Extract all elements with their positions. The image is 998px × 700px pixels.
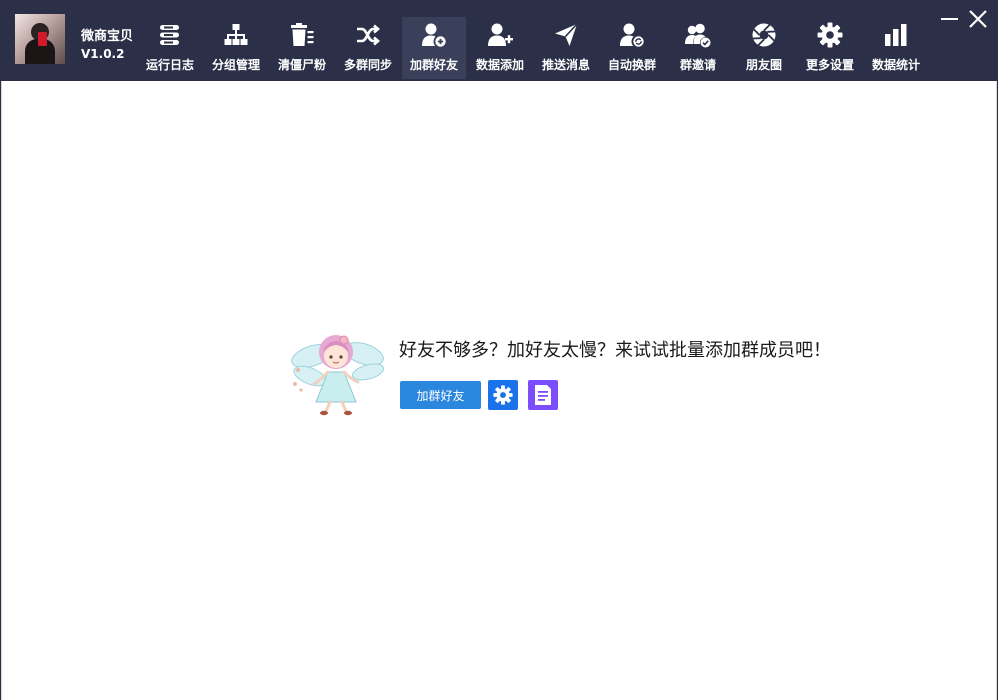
close-icon (969, 10, 987, 28)
settings-button[interactable] (488, 380, 518, 410)
nav-more-settings[interactable]: 更多设置 (798, 17, 862, 79)
gear-icon (493, 385, 513, 405)
avatar[interactable] (15, 14, 65, 64)
minimize-icon (941, 18, 958, 20)
close-button[interactable] (967, 8, 989, 30)
promo-text: 好友不够多？加好友太慢？来试试批量添加群成员吧！ (399, 340, 831, 361)
server-log-icon (157, 22, 183, 48)
aperture-icon (751, 22, 777, 48)
minimize-button[interactable] (939, 8, 961, 30)
top-toolbar: 微商宝贝 V1.0.2 运行日志 分组管理 清僵尸粉 多群同步 加群好友 数据添… (0, 0, 998, 80)
app-version: V1.0.2 (81, 47, 125, 61)
trash-icon (289, 22, 315, 48)
nav-add-group-friends[interactable]: 加群好友 (402, 17, 466, 79)
nav-data-add[interactable]: 数据添加 (468, 17, 532, 79)
user-add-circle-icon (421, 22, 447, 48)
user-sync-icon (619, 22, 645, 48)
nav-group-manage[interactable]: 分组管理 (204, 17, 268, 79)
paper-plane-icon (553, 22, 579, 48)
nav-data-stats[interactable]: 数据统计 (864, 17, 928, 79)
nav-run-log[interactable]: 运行日志 (138, 17, 202, 79)
app-name: 微商宝贝 (81, 29, 134, 44)
log-button[interactable] (528, 380, 558, 410)
document-icon (535, 385, 551, 405)
app-window: 微商宝贝 V1.0.2 运行日志 分组管理 清僵尸粉 多群同步 加群好友 数据添… (0, 0, 998, 700)
shuffle-icon (355, 22, 381, 48)
nav-clear-zombie-fans[interactable]: 清僵尸粉 (270, 17, 334, 79)
users-check-icon (685, 22, 711, 48)
nav-multi-group-sync[interactable]: 多群同步 (336, 17, 400, 79)
nav-group-invite[interactable]: 群邀请 (666, 17, 730, 79)
org-tree-icon (223, 22, 249, 48)
gear-icon (817, 22, 843, 48)
add-group-friends-button[interactable]: 加群好友 (400, 381, 481, 409)
nav-auto-switch-group[interactable]: 自动换群 (600, 17, 664, 79)
nav-moments[interactable]: 朋友圈 (732, 17, 796, 79)
bar-chart-icon (883, 22, 909, 48)
user-plus-icon (487, 22, 513, 48)
nav-push-message[interactable]: 推送消息 (534, 17, 598, 79)
fairy-illustration (286, 328, 386, 420)
